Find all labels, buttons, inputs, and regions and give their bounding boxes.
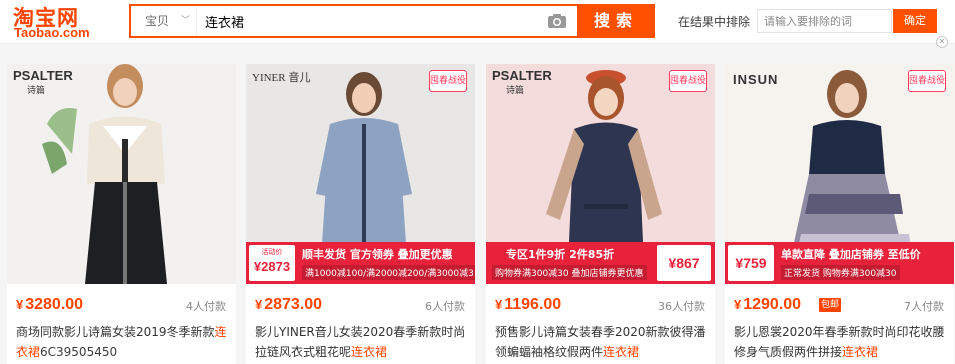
sales-count: 36人付款 (658, 300, 705, 313)
brand-logo: YINER 音儿 (252, 72, 311, 84)
search-box: 宝贝 ﹀ 搜索 (129, 4, 655, 38)
promo-line-1: 单款直降 叠加店铺券 至低价 (781, 248, 921, 261)
taobao-logo[interactable]: 淘宝网 Taobao.com (13, 2, 123, 42)
logo-english: Taobao.com (14, 25, 90, 40)
brand-logo-cn: 诗篇 (506, 85, 525, 95)
price: ¥3280.00 (16, 296, 84, 313)
product-title[interactable]: 影儿YINER音儿女装2020春季新款时尚拉链风衣式粗花呢连衣裙 (255, 322, 469, 362)
sales-count: 7人付款 (904, 300, 944, 313)
chevron-down-icon: ﹀ (181, 16, 191, 26)
promo-banner: ¥759 单款直降 叠加店铺券 至低价 正常发货 购物券满300减30 (725, 242, 954, 284)
search-category-label: 宝贝 (145, 14, 170, 28)
free-shipping-badge: 包邮 (819, 298, 842, 312)
brand-logo: PSALTER (13, 68, 73, 83)
promo-line-2: 购物券满300减30 叠加店铺券更优惠 (492, 265, 647, 280)
promo-banner: 活动价 ¥2873 顺丰发货 官方领券 叠加更优惠 满1000减100/满200… (246, 242, 475, 284)
brand-logo: INSUN (733, 72, 779, 87)
product-title[interactable]: 预售影儿诗篇女装春季2020新款彼得潘领蝙蝠袖格纹假两件连衣裙 (495, 322, 709, 362)
promo-price: ¥867 (668, 255, 700, 271)
product-title[interactable]: 影儿恩裳2020年春季新款时尚印花收腰修身气质假两件拼接连衣裙 (734, 322, 948, 362)
promo-badge: 囤春战役 (429, 70, 467, 92)
promo-price-box: ¥759 (727, 244, 775, 282)
exclude-confirm-button[interactable]: 确定 (893, 9, 937, 33)
promo-price: ¥2873 (253, 259, 291, 274)
product-image[interactable]: INSUN 囤春战役 ¥759 单款直降 叠加店铺券 至低价 正常发货 购物券满… (725, 64, 954, 284)
promo-line-1: 顺丰发货 官方领券 叠加更优惠 (302, 248, 453, 261)
product-card[interactable]: INSUN 囤春战役 ¥759 单款直降 叠加店铺券 至低价 正常发货 购物券满… (725, 64, 954, 364)
exclude-input[interactable] (757, 9, 892, 33)
promo-line-2: 正常发货 购物券满300减30 (781, 265, 900, 280)
brand-logo-cn: 诗篇 (27, 85, 46, 95)
sales-count: 6人付款 (425, 300, 465, 313)
price: ¥2873.00 (255, 296, 323, 313)
price: ¥1196.00 (495, 296, 562, 313)
promo-line-2: 满1000减100/满2000减200/满3000减3 (302, 265, 475, 280)
promo-line-1: 专区1件9折 2件85折 (506, 248, 615, 261)
promo-banner: 专区1件9折 2件85折 购物券满300减30 叠加店铺券更优惠 ¥867 (486, 242, 715, 284)
product-title[interactable]: 商场同款影儿诗篇女装2019冬季新款连衣裙6C39505450 (16, 322, 230, 362)
product-card[interactable]: PSALTER 诗篇 囤春战役 专区1件9折 2件85折 购物券满300减30 … (486, 64, 715, 364)
promo-price-box: ¥867 (656, 244, 712, 282)
promo-badge: 囤春战役 (669, 70, 707, 92)
search-category-select[interactable]: 宝贝 ﹀ (131, 6, 197, 36)
product-image[interactable]: PSALTER 诗篇 囤春战役 专区1件9折 2件85折 购物券满300减30 … (486, 64, 715, 284)
product-card[interactable]: PSALTER 诗篇 ¥3280.00 4人付款 商场同款影儿诗篇女装2019冬… (7, 64, 236, 364)
price: ¥1290.00 (734, 296, 802, 313)
product-card[interactable]: YINER 音儿 囤春战役 活动价 ¥2873 顺丰发货 官方领券 叠加更优惠 … (246, 64, 475, 364)
promo-price-box: 活动价 ¥2873 (248, 244, 296, 282)
product-image[interactable]: PSALTER 诗篇 (7, 64, 236, 284)
search-button[interactable]: 搜索 (577, 4, 655, 38)
close-icon[interactable]: ✕ (936, 36, 948, 48)
brand-logo: PSALTER (492, 68, 552, 83)
product-image[interactable]: YINER 音儿 囤春战役 活动价 ¥2873 顺丰发货 官方领券 叠加更优惠 … (246, 64, 475, 284)
camera-icon[interactable] (547, 13, 567, 29)
promo-badge: 囤春战役 (908, 70, 946, 92)
product-photo (7, 64, 236, 284)
exclude-label: 在结果中排除 (678, 15, 751, 29)
search-input[interactable] (205, 10, 535, 32)
promo-price: ¥759 (735, 255, 767, 271)
top-bar: 淘宝网 Taobao.com 宝贝 ﹀ 搜索 在结果中排除 确定 (0, 0, 955, 44)
sales-count: 4人付款 (186, 300, 226, 313)
